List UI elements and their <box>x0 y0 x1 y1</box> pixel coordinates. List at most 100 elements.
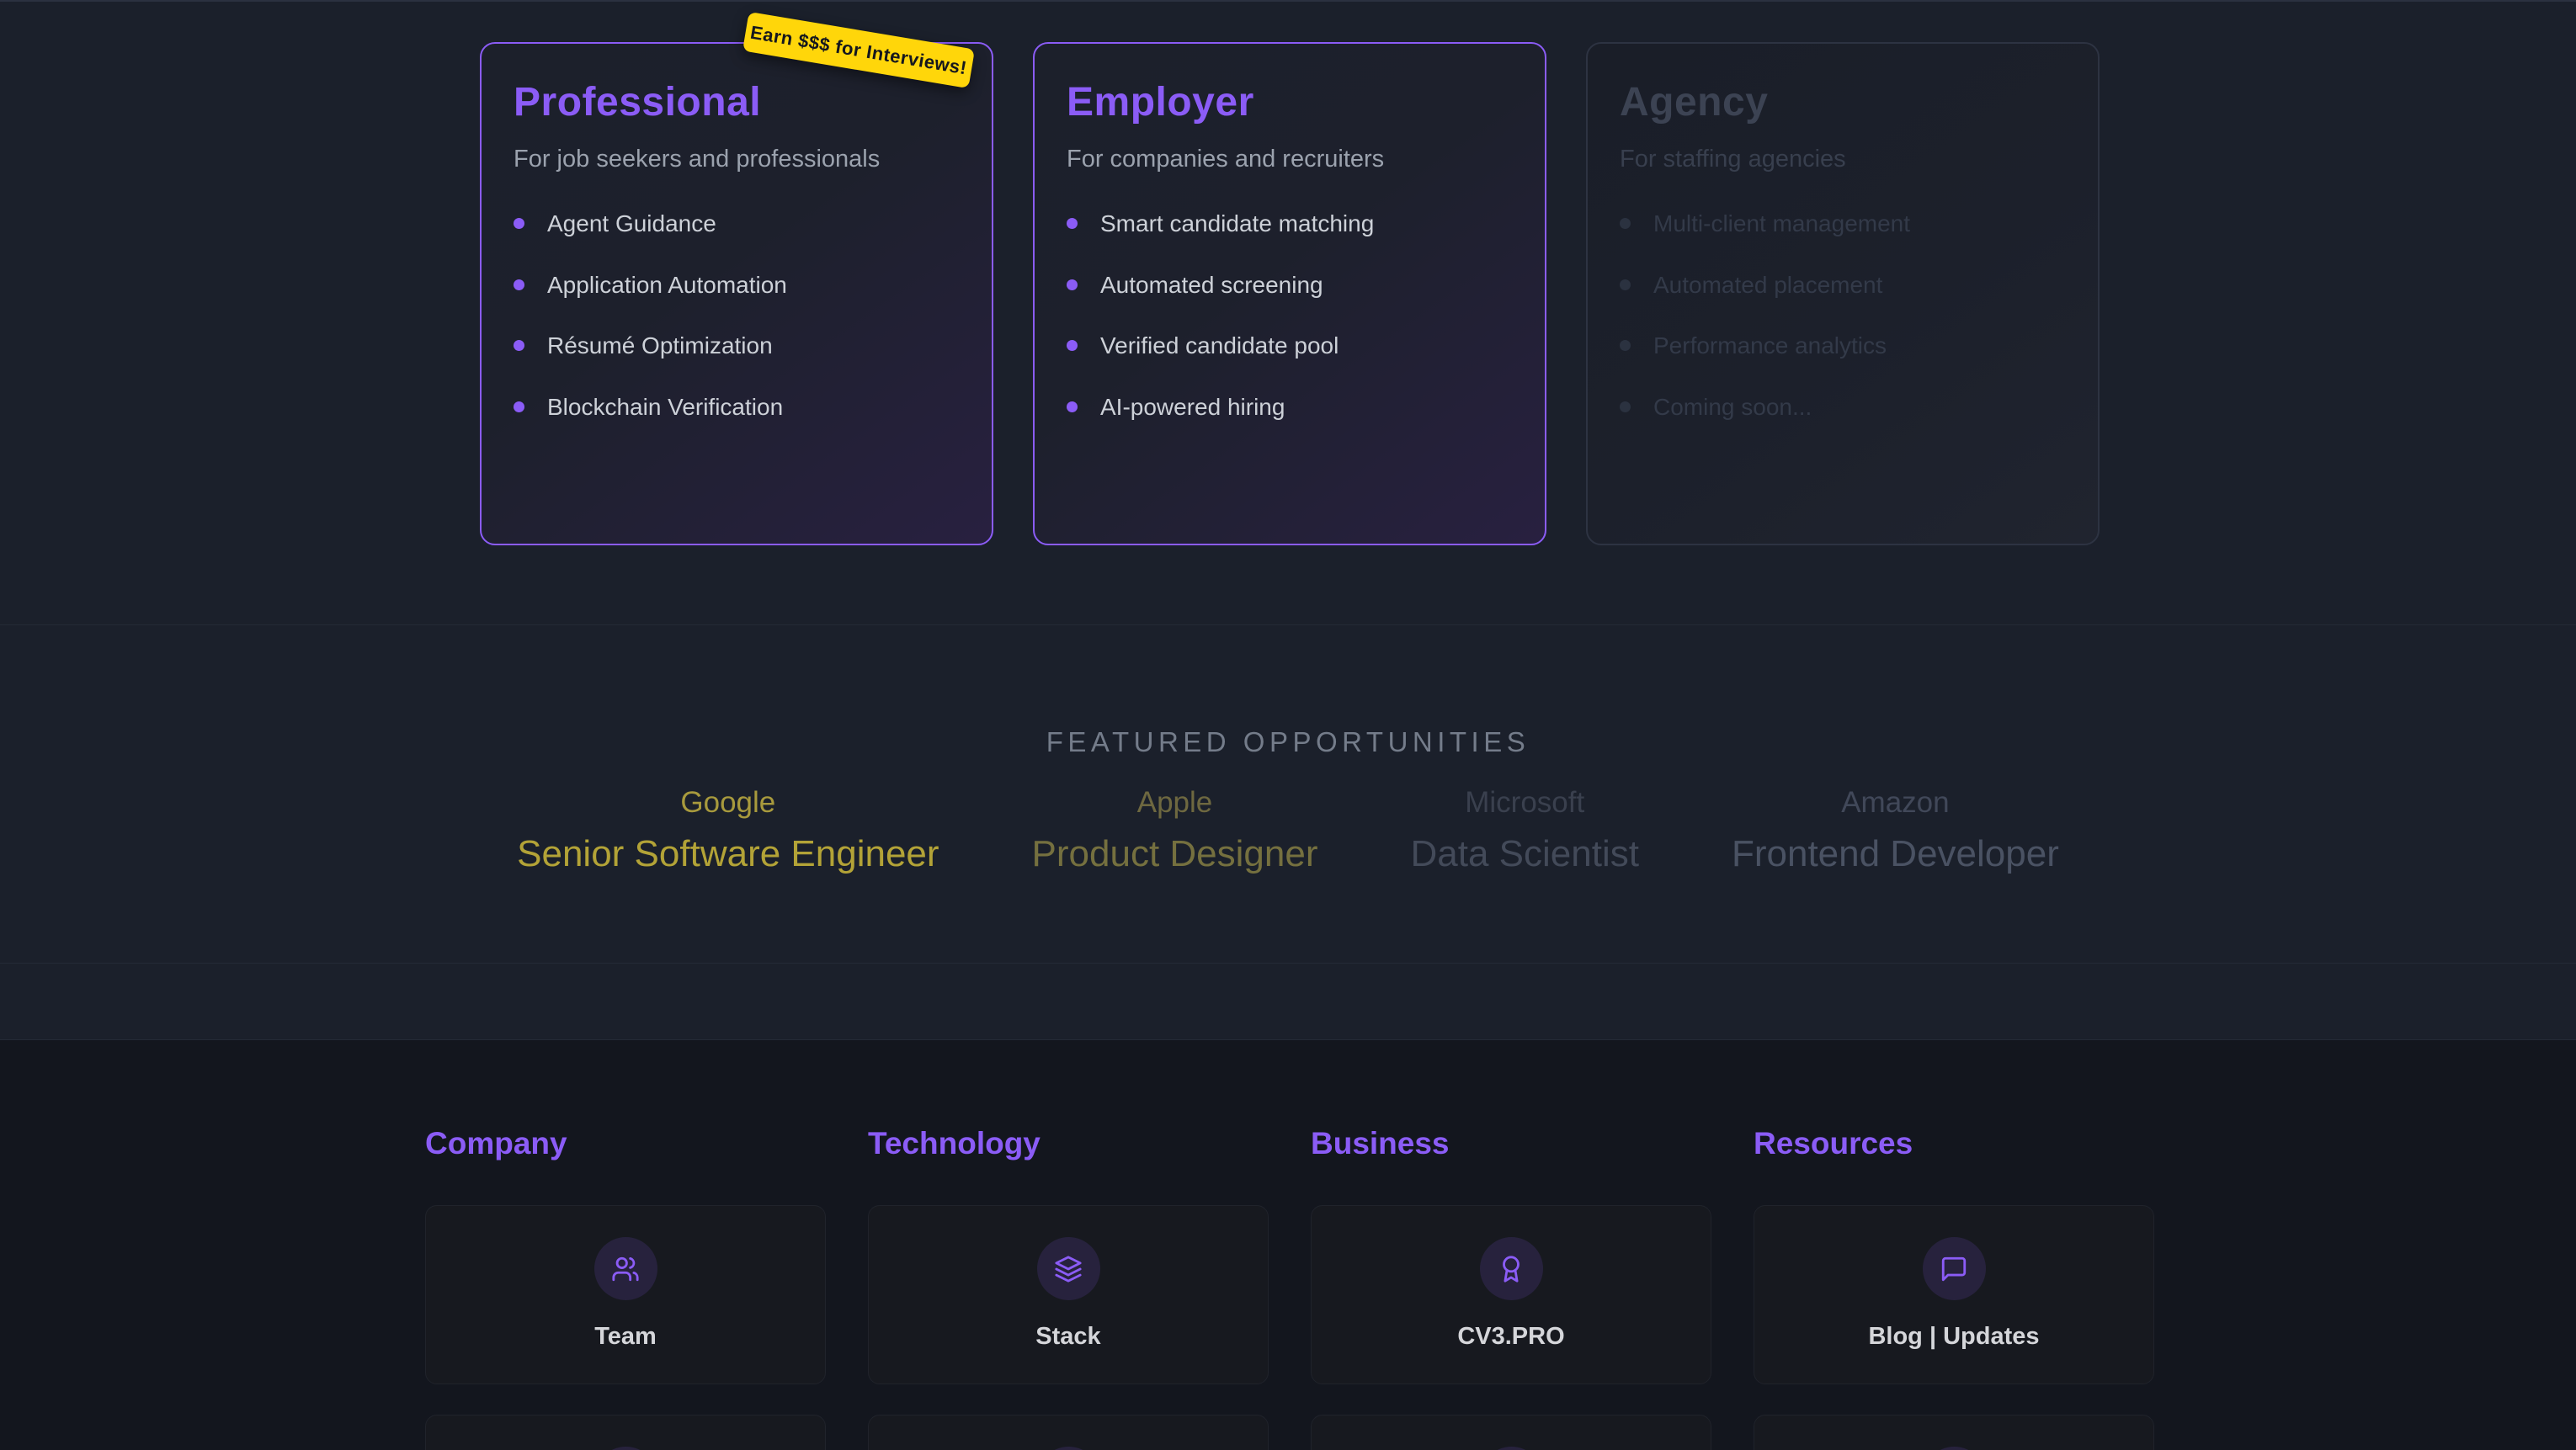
plan-feature: Automated placement <box>1620 271 2066 300</box>
icon-circle <box>594 1237 657 1300</box>
footer-column-heading: Technology <box>868 1125 1269 1162</box>
footer-card-label: Team <box>594 1323 657 1351</box>
plan-feature-label: Automated screening <box>1100 271 1323 300</box>
footer-card-row2[interactable] <box>1311 1415 1711 1450</box>
plan-feature-label: Verified candidate pool <box>1100 332 1339 360</box>
featured-item-amazon[interactable]: Amazon Frontend Developer <box>1732 785 2059 877</box>
plan-feature: Résumé Optimization <box>514 332 960 360</box>
featured-company: Apple <box>1032 785 1318 821</box>
footer-card-row2[interactable] <box>868 1415 1269 1450</box>
footer-card-row2[interactable] <box>425 1415 826 1450</box>
plan-feature: Blockchain Verification <box>514 393 960 422</box>
footer-column-heading: Resources <box>1754 1125 2154 1162</box>
icon-circle <box>1037 1447 1100 1450</box>
featured-company: Google <box>517 785 939 821</box>
featured-item-apple[interactable]: Apple Product Designer <box>1032 785 1318 877</box>
bullet-icon <box>1620 340 1631 351</box>
plan-feature: AI-powered hiring <box>1067 393 1513 422</box>
bullet-icon <box>1067 279 1078 290</box>
plan-feature-label: Résumé Optimization <box>547 332 773 360</box>
footer-column-heading: Business <box>1311 1125 1711 1162</box>
footer-card-label: Stack <box>1035 1323 1100 1351</box>
plan-feature-label: Multi-client management <box>1653 210 1910 238</box>
footer-card-cv3pro[interactable]: CV3.PRO <box>1311 1205 1711 1384</box>
bullet-icon <box>514 340 524 351</box>
featured-item-google[interactable]: Google Senior Software Engineer <box>517 785 939 877</box>
featured-opportunities-section: FEATURED OPPORTUNITIES Google Senior Sof… <box>0 624 2576 963</box>
footer-card-label: CV3.PRO <box>1457 1323 1564 1351</box>
icon-circle <box>1480 1237 1543 1300</box>
message-square-icon <box>1940 1255 1968 1283</box>
plans-section: Professional For job seekers and profess… <box>480 42 2100 545</box>
icon-circle <box>1480 1447 1543 1450</box>
footer-card-row2[interactable] <box>1754 1415 2154 1450</box>
plan-title: Professional <box>514 79 960 125</box>
plan-feature-label: Coming soon... <box>1653 393 1812 422</box>
plan-feature-label: Application Automation <box>547 271 787 300</box>
featured-row: Google Senior Software Engineer Apple Pr… <box>0 785 2576 877</box>
icon-circle <box>594 1447 657 1450</box>
featured-role: Data Scientist <box>1411 832 1639 877</box>
footer-card-label: Blog | Updates <box>1868 1323 2039 1351</box>
plan-card-agency: Agency For staffing agencies Multi-clien… <box>1586 42 2100 545</box>
footer-grid: Company Team Technology Stack <box>425 1125 2576 1450</box>
featured-role: Product Designer <box>1032 832 1318 877</box>
bullet-icon <box>1620 279 1631 290</box>
featured-item-microsoft[interactable]: Microsoft Data Scientist <box>1411 785 1639 877</box>
bullet-icon <box>1067 218 1078 229</box>
plan-subtitle: For companies and recruiters <box>1067 145 1513 174</box>
users-icon <box>611 1255 640 1283</box>
plan-feature: Multi-client management <box>1620 210 2066 238</box>
footer-column-business: Business CV3.PRO <box>1311 1125 1711 1450</box>
bullet-icon <box>1067 401 1078 412</box>
empty-strip-section <box>0 963 2576 1040</box>
plan-feature-label: Blockchain Verification <box>547 393 783 422</box>
footer-column-technology: Technology Stack <box>868 1125 1269 1450</box>
plan-feature-list: Agent Guidance Application Automation Ré… <box>514 210 960 421</box>
bullet-icon <box>1620 218 1631 229</box>
award-icon <box>1497 1255 1525 1283</box>
icon-circle <box>1923 1237 1986 1300</box>
featured-role: Frontend Developer <box>1732 832 2059 877</box>
plan-title: Employer <box>1067 79 1513 125</box>
footer-card-blog[interactable]: Blog | Updates <box>1754 1205 2154 1384</box>
icon-circle <box>1037 1237 1100 1300</box>
plan-feature: Smart candidate matching <box>1067 210 1513 238</box>
footer-column-resources: Resources Blog | Updates <box>1754 1125 2154 1450</box>
bullet-icon <box>514 279 524 290</box>
featured-heading: FEATURED OPPORTUNITIES <box>0 726 2576 758</box>
plan-feature-label: AI-powered hiring <box>1100 393 1285 422</box>
featured-company: Microsoft <box>1411 785 1639 821</box>
plan-feature: Automated screening <box>1067 271 1513 300</box>
plan-subtitle: For staffing agencies <box>1620 145 2066 174</box>
plan-feature: Agent Guidance <box>514 210 960 238</box>
plan-feature-list: Multi-client management Automated placem… <box>1620 210 2066 421</box>
bullet-icon <box>514 401 524 412</box>
footer-column-company: Company Team <box>425 1125 826 1450</box>
plan-feature: Verified candidate pool <box>1067 332 1513 360</box>
plan-feature: Performance analytics <box>1620 332 2066 360</box>
section-divider-top <box>0 0 2576 2</box>
footer-card-team[interactable]: Team <box>425 1205 826 1384</box>
plan-subtitle: For job seekers and professionals <box>514 145 960 174</box>
featured-company: Amazon <box>1732 785 2059 821</box>
plan-feature: Coming soon... <box>1620 393 2066 422</box>
plan-card-professional[interactable]: Professional For job seekers and profess… <box>480 42 993 545</box>
bullet-icon <box>1067 340 1078 351</box>
footer-card-stack[interactable]: Stack <box>868 1205 1269 1384</box>
plan-feature-label: Performance analytics <box>1653 332 1887 360</box>
plan-feature-label: Automated placement <box>1653 271 1882 300</box>
plan-feature-label: Agent Guidance <box>547 210 716 238</box>
bullet-icon <box>514 218 524 229</box>
bullet-icon <box>1620 401 1631 412</box>
footer: Company Team Technology Stack <box>0 1040 2576 1450</box>
icon-circle <box>1923 1447 1986 1450</box>
plan-feature: Application Automation <box>514 271 960 300</box>
plan-title: Agency <box>1620 79 2066 125</box>
featured-role: Senior Software Engineer <box>517 832 939 877</box>
footer-column-heading: Company <box>425 1125 826 1162</box>
plan-card-employer[interactable]: Employer For companies and recruiters Sm… <box>1033 42 1546 545</box>
plan-feature-list: Smart candidate matching Automated scree… <box>1067 210 1513 421</box>
layers-icon <box>1054 1255 1083 1283</box>
plan-feature-label: Smart candidate matching <box>1100 210 1374 238</box>
